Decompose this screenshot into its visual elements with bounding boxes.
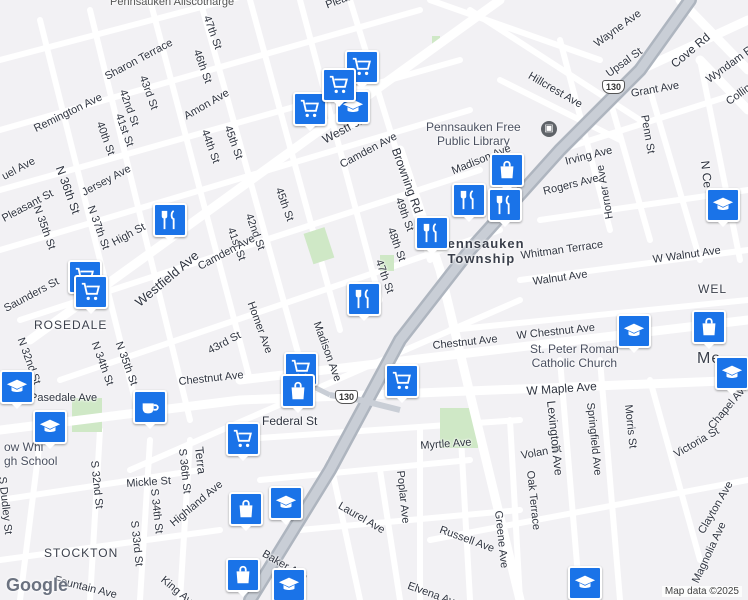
shopping-bag-icon: [291, 381, 305, 400]
shopping-cart-marker[interactable]: [322, 68, 356, 107]
shopping-bag-marker[interactable]: [281, 374, 315, 413]
coffee-cup-icon: [142, 403, 159, 414]
graduation-cap-icon: [278, 577, 300, 591]
map-canvas[interactable]: 130 130 Pennsauken Township ROSEDALE STO…: [0, 0, 748, 600]
shopping-bag-icon: [239, 499, 253, 518]
fork-knife-icon: [460, 190, 474, 210]
street-label: Terra: [192, 446, 209, 475]
fork-knife-icon: [161, 210, 175, 230]
shopping-cart-icon: [392, 371, 411, 390]
graduation-cap-icon: [721, 365, 743, 379]
shopping-bag-icon: [500, 160, 514, 179]
map-credit[interactable]: Map data ©2025: [661, 586, 742, 597]
restaurant-marker[interactable]: [347, 282, 381, 321]
shopping-bag-marker[interactable]: [490, 153, 524, 192]
restaurant-marker[interactable]: [452, 183, 486, 222]
place-label-top: Pennsauken Aliscotharge: [110, 0, 235, 8]
street-label: Pasedale Ave: [30, 392, 98, 404]
school-marker[interactable]: [33, 410, 67, 449]
graduation-cap-icon: [6, 379, 28, 393]
fork-knife-icon: [355, 289, 369, 309]
shopping-cart-icon: [300, 99, 319, 118]
restaurant-marker[interactable]: [415, 216, 449, 255]
shopping-cart-marker[interactable]: [74, 275, 108, 314]
restaurant-marker[interactable]: [488, 188, 522, 227]
school-marker[interactable]: [706, 188, 740, 227]
route-130-shield-north: 130: [602, 80, 626, 94]
place-label-church[interactable]: St. Peter Roman Catholic Church: [530, 342, 619, 370]
area-label-wellwood: WEL: [698, 282, 728, 296]
shopping-cart-icon: [233, 429, 252, 448]
area-label-rosedale: ROSEDALE: [34, 318, 108, 332]
area-label-pennsauken-township: Pennsauken Township: [438, 236, 525, 266]
school-marker[interactable]: [272, 568, 306, 600]
shopping-bag-icon: [702, 317, 716, 336]
fork-knife-icon: [423, 223, 437, 243]
restaurant-marker[interactable]: [153, 203, 187, 242]
graduation-cap-icon: [39, 419, 61, 433]
graduation-cap-icon: [623, 323, 645, 337]
school-marker[interactable]: [617, 314, 651, 353]
shopping-cart-marker[interactable]: [226, 422, 260, 461]
area-label-stockton: STOCKTON: [44, 546, 119, 560]
street-label: N Ce: [698, 160, 715, 189]
graduation-cap-icon: [275, 495, 297, 509]
shopping-bag-marker[interactable]: [226, 558, 260, 597]
fork-knife-icon: [496, 195, 510, 215]
school-marker[interactable]: [568, 566, 602, 600]
shopping-bag-marker[interactable]: [229, 492, 263, 531]
school-marker[interactable]: [715, 356, 748, 395]
shopping-bag-marker[interactable]: [692, 310, 726, 349]
google-logo[interactable]: Google: [6, 575, 68, 596]
route-130-shield-south: 130: [335, 390, 359, 404]
street-label: Federal St: [262, 414, 318, 428]
cafe-marker[interactable]: [133, 390, 167, 429]
school-marker[interactable]: [0, 370, 34, 409]
school-marker[interactable]: [269, 486, 303, 525]
shopping-cart-icon: [81, 282, 100, 301]
graduation-cap-icon: [574, 575, 596, 589]
library-icon[interactable]: ▣: [541, 121, 557, 137]
shopping-cart-marker[interactable]: [385, 364, 419, 403]
shopping-bag-icon: [236, 565, 250, 584]
shopping-cart-icon: [329, 75, 348, 94]
graduation-cap-icon: [712, 197, 734, 211]
